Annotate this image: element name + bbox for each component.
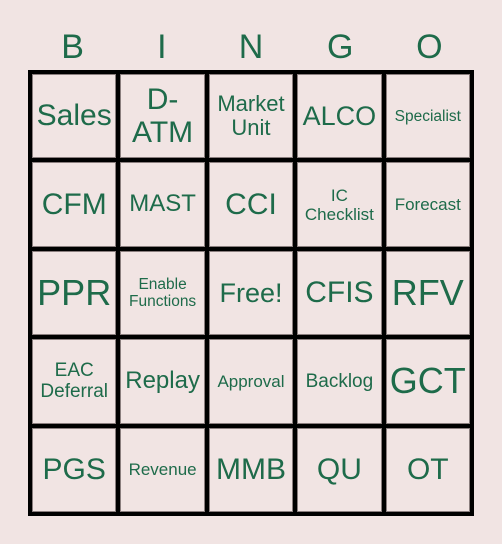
bingo-cell[interactable]: PGS [32, 427, 117, 512]
bingo-cell[interactable]: MMB [208, 427, 294, 512]
bingo-cell[interactable]: CFIS [297, 250, 382, 336]
bingo-cell[interactable]: Replay [120, 339, 205, 424]
bingo-cell[interactable]: ALCO [297, 74, 382, 159]
bingo-cell[interactable]: Approval [208, 339, 294, 424]
header-letter-i: I [157, 28, 167, 66]
bingo-cell[interactable]: CCI [208, 162, 294, 247]
bingo-cell[interactable]: D-ATM [120, 74, 205, 159]
bingo-cell[interactable]: QU [297, 427, 382, 512]
bingo-cell[interactable]: MAST [120, 162, 205, 247]
header-letter-b: B [61, 28, 84, 66]
bingo-board: Sales D-ATM Market Unit ALCO Specialist … [28, 70, 474, 516]
header-letter-o: O [416, 28, 443, 66]
bingo-cell[interactable]: EAC Deferral [32, 339, 117, 424]
free-space[interactable]: Free! [208, 250, 294, 336]
bingo-cell[interactable]: Forecast [385, 162, 470, 247]
bingo-cell[interactable]: Backlog [297, 339, 382, 424]
bingo-cell[interactable]: Specialist [385, 74, 470, 159]
bingo-cell[interactable]: Enable Functions [120, 250, 205, 336]
bingo-header: B I N G O [28, 26, 474, 68]
bingo-cell[interactable]: IC Checklist [297, 162, 382, 247]
bingo-cell[interactable]: GCT [385, 339, 470, 424]
bingo-cell[interactable]: RFV [385, 250, 470, 336]
header-letter-n: N [238, 28, 264, 66]
bingo-cell[interactable]: OT [385, 427, 470, 512]
header-letter-g: G [326, 28, 354, 66]
bingo-cell[interactable]: PPR [32, 250, 117, 336]
bingo-cell[interactable]: Sales [32, 74, 117, 159]
bingo-cell[interactable]: CFM [32, 162, 117, 247]
bingo-cell[interactable]: Market Unit [208, 74, 294, 159]
bingo-cell[interactable]: Revenue [120, 427, 205, 512]
